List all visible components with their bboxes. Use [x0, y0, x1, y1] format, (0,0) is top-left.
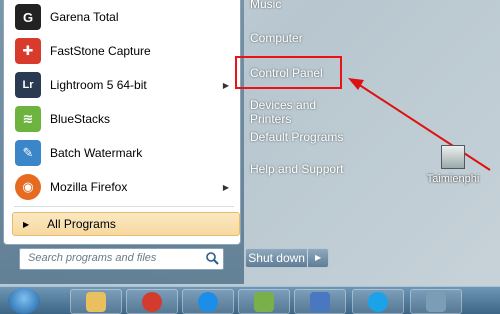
taskbar-document[interactable] [294, 289, 346, 314]
submenu-arrow-icon[interactable]: ▶ [223, 183, 229, 192]
program-batch-watermark[interactable]: ✎ Batch Watermark [4, 136, 240, 170]
program-faststone-capture[interactable]: ✚ FastStone Capture [4, 34, 240, 68]
program-label: BlueStacks [50, 112, 111, 126]
search-placeholder: Search programs and files [28, 252, 157, 264]
paint-icon [254, 291, 274, 312]
zalo-icon [198, 291, 218, 312]
taskbar-chrome[interactable] [126, 289, 178, 314]
taskbar-skype[interactable] [352, 289, 404, 314]
file-explorer-icon [86, 291, 106, 312]
watermark-icon: ✎ [15, 140, 41, 166]
start-menu: G Garena Total ✚ FastStone Capture Lr Li… [0, 0, 343, 284]
program-label: Lightroom 5 64-bit [50, 78, 147, 92]
devices-printers-link[interactable]: Devices and Printers [250, 98, 344, 126]
divider [14, 206, 234, 207]
program-mozilla-firefox[interactable]: ◉ Mozilla Firefox ▶ [4, 170, 240, 204]
search-icon[interactable] [205, 251, 219, 265]
shutdown-label[interactable]: Shut down [246, 249, 309, 267]
taskbar-zalo[interactable] [182, 289, 234, 314]
computer-link[interactable]: Computer [250, 31, 303, 45]
program-label: FastStone Capture [50, 44, 151, 58]
shutdown-options-arrow-icon[interactable]: ▶ [308, 249, 328, 267]
programs-pane: G Garena Total ✚ FastStone Capture Lr Li… [3, 0, 241, 245]
lightroom-icon: Lr [15, 72, 41, 98]
document-icon [310, 291, 330, 312]
program-label: Mozilla Firefox [50, 180, 128, 194]
program-garena-total[interactable]: G Garena Total [4, 0, 240, 34]
chrome-icon [142, 291, 162, 312]
shutdown-button[interactable]: Shut down ▶ [245, 248, 329, 268]
triangle-right-icon: ▶ [23, 219, 30, 229]
photo-viewer-icon [426, 291, 446, 312]
bluestacks-icon: ≋ [15, 106, 41, 132]
taskbar-photo-viewer[interactable] [410, 289, 462, 314]
program-label: Batch Watermark [50, 146, 143, 160]
desktop-icon-image [441, 145, 465, 169]
taskbar-explorer[interactable] [70, 289, 122, 314]
control-panel-highlight [235, 56, 342, 89]
desktop-icon-label: Taimienphi [426, 173, 480, 185]
program-bluestacks[interactable]: ≋ BlueStacks [4, 102, 240, 136]
default-programs-link[interactable]: Default Programs [250, 130, 343, 144]
skype-icon [368, 291, 388, 312]
music-link[interactable]: Music [250, 0, 281, 11]
right-pane: Music Computer Control Panel Devices and… [239, 0, 344, 284]
start-orb-icon[interactable] [8, 288, 40, 314]
program-lightroom[interactable]: Lr Lightroom 5 64-bit ▶ [4, 68, 240, 102]
garena-icon: G [15, 4, 41, 30]
faststone-icon: ✚ [15, 38, 41, 64]
all-programs-button[interactable]: ▶ All Programs [12, 212, 240, 236]
search-input[interactable]: Search programs and files [19, 248, 224, 270]
firefox-icon: ◉ [15, 174, 41, 200]
taskbar-paint[interactable] [238, 289, 290, 314]
help-support-link[interactable]: Help and Support [250, 162, 343, 176]
submenu-arrow-icon[interactable]: ▶ [223, 81, 229, 90]
taskbar [0, 286, 500, 314]
all-programs-label: All Programs [47, 217, 116, 231]
program-label: Garena Total [50, 10, 119, 24]
desktop-icon-taimienphi[interactable]: Taimienphi [418, 145, 488, 185]
